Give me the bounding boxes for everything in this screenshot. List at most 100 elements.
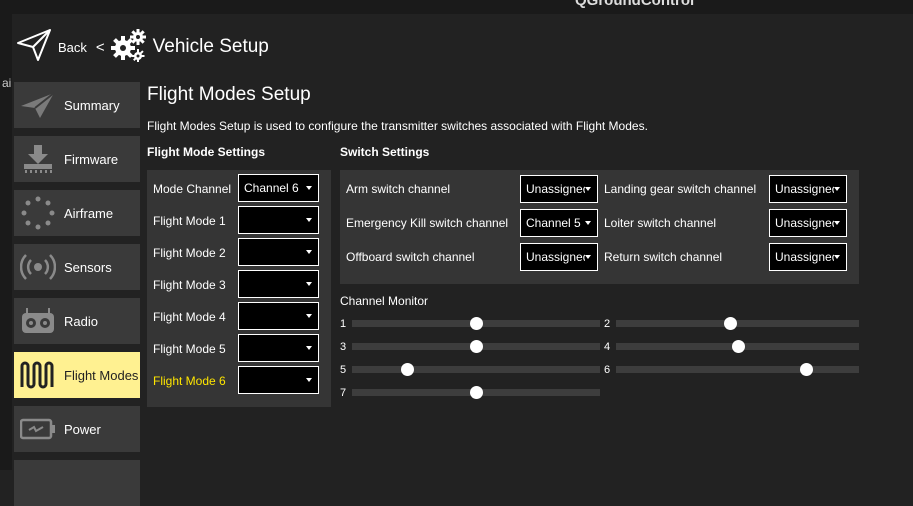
- channel-3-bar: [352, 340, 600, 353]
- sidebar-item-label: Power: [64, 421, 101, 437]
- flight-mode-2-label: Flight Mode 2: [153, 246, 226, 260]
- chevron-down-icon: [306, 346, 312, 350]
- channel-2-bar: [616, 317, 859, 330]
- combo-value: Unassigned: [526, 182, 585, 196]
- flight-mode-4-combo[interactable]: [238, 302, 319, 330]
- chevron-down-icon: [585, 255, 591, 259]
- return-switch-label: Return switch channel: [604, 250, 723, 264]
- section-title: Flight Modes Setup: [147, 84, 311, 105]
- channel-6-knob: [800, 363, 813, 376]
- channel-5-label: 5: [340, 364, 347, 376]
- flight-mode-3-combo[interactable]: [238, 270, 319, 298]
- toolbar: Back < Vehicle Setup: [12, 14, 913, 80]
- combo-value: Unassigned: [775, 216, 834, 230]
- flight-mode-1-label: Flight Mode 1: [153, 214, 226, 228]
- sidebar-item-label: Summary: [64, 97, 120, 113]
- flight-mode-6-combo[interactable]: [238, 366, 319, 394]
- chevron-down-icon: [834, 187, 840, 191]
- offboard-switch-label: Offboard switch channel: [346, 250, 475, 264]
- app-title: QGroundControl: [575, 0, 695, 9]
- channel-4-knob: [732, 340, 745, 353]
- mode-channel-combo[interactable]: Channel 6: [238, 174, 319, 202]
- sidebar-item-label: Flight Modes: [64, 367, 139, 383]
- sidebar-item-airframe[interactable]: Airframe: [14, 190, 140, 236]
- channel-2-knob: [724, 317, 737, 330]
- channel-4-label: 4: [604, 341, 611, 353]
- loiter-switch-combo[interactable]: Unassigned: [769, 209, 847, 237]
- sidebar-item-label: Airframe: [64, 205, 114, 221]
- channel-7-knob: [470, 386, 483, 399]
- paper-plane-icon: [16, 27, 52, 68]
- setup-sidebar: Summary Firmware Airframe Sensors Radio …: [12, 80, 142, 506]
- arm-switch-label: Arm switch channel: [346, 182, 451, 196]
- combo-value: Channel 6: [244, 181, 299, 195]
- airframe-icon: [18, 193, 58, 233]
- chevron-down-icon: [585, 221, 591, 225]
- paper-plane-icon: [18, 85, 58, 125]
- loiter-switch-label: Loiter switch channel: [604, 216, 717, 230]
- page-title: Vehicle Setup: [152, 36, 269, 57]
- emergency-kill-switch-combo[interactable]: Channel 5: [520, 209, 598, 237]
- sidebar-item-label: Radio: [64, 313, 98, 329]
- breadcrumb-separator: <: [95, 38, 105, 56]
- channel-5-knob: [401, 363, 414, 376]
- sidebar-item-label: Sensors: [64, 259, 112, 275]
- channel-6-label: 6: [604, 364, 611, 376]
- left-gutter: ai: [0, 14, 12, 470]
- arm-switch-combo[interactable]: Unassigned: [520, 175, 598, 203]
- chevron-down-icon: [306, 218, 312, 222]
- channel-3-label: 3: [340, 341, 347, 353]
- channel-4-bar: [616, 340, 859, 353]
- chevron-down-icon: [306, 250, 312, 254]
- combo-value: Unassigned: [775, 250, 834, 264]
- flight-mode-4-label: Flight Mode 4: [153, 310, 226, 324]
- sidebar-item-summary[interactable]: Summary: [14, 82, 140, 128]
- back-button[interactable]: Back < Vehicle Setup: [16, 24, 269, 70]
- clipped-text: ai: [2, 76, 12, 90]
- sidebar-item-firmware[interactable]: Firmware: [14, 136, 140, 182]
- flight-mode-settings-panel: Mode Channel Channel 6 Flight Mode 1 Fli…: [147, 170, 331, 407]
- channel-6-bar: [616, 363, 859, 376]
- offboard-switch-combo[interactable]: Unassigned: [520, 243, 598, 271]
- sidebar-item-power[interactable]: Power: [14, 406, 140, 452]
- switch-settings-heading: Switch Settings: [340, 145, 430, 159]
- channel-7-label: 7: [340, 387, 347, 399]
- sidebar-item-sensors[interactable]: Sensors: [14, 244, 140, 290]
- switch-settings-panel: Arm switch channel Unassigned Landing ge…: [340, 170, 859, 284]
- channel-monitor-heading: Channel Monitor: [340, 294, 429, 308]
- return-switch-combo[interactable]: Unassigned: [769, 243, 847, 271]
- landing-gear-switch-combo[interactable]: Unassigned: [769, 175, 847, 203]
- sidebar-item-flight-modes[interactable]: Flight Modes: [14, 352, 140, 398]
- channel-3-knob: [470, 340, 483, 353]
- flight-mode-1-combo[interactable]: [238, 206, 319, 234]
- flight-mode-settings-heading: Flight Mode Settings: [147, 145, 265, 159]
- flight-mode-5-label: Flight Mode 5: [153, 342, 226, 356]
- channel-1-bar: [352, 317, 600, 330]
- flight-modes-panel: Flight Modes Setup Flight Modes Setup is…: [142, 80, 913, 470]
- emergency-kill-switch-label: Emergency Kill switch channel: [346, 216, 509, 230]
- sensors-icon: [18, 247, 58, 287]
- sidebar-item-radio[interactable]: Radio: [14, 298, 140, 344]
- channel-5-bar: [352, 363, 600, 376]
- window-titlebar: QGroundControl: [0, 0, 913, 14]
- chevron-down-icon: [585, 187, 591, 191]
- flight-modes-icon: [18, 355, 58, 395]
- channel-7-bar: [352, 386, 600, 399]
- chevron-down-icon: [306, 378, 312, 382]
- back-label: Back: [58, 39, 87, 55]
- sidebar-item-next[interactable]: [14, 460, 140, 506]
- chevron-down-icon: [306, 314, 312, 318]
- flight-mode-2-combo[interactable]: [238, 238, 319, 266]
- combo-value: Unassigned: [775, 182, 834, 196]
- mode-channel-label: Mode Channel: [153, 182, 232, 196]
- titlebar-edge: [0, 0, 12, 14]
- section-description: Flight Modes Setup is used to configure …: [147, 119, 648, 133]
- chevron-down-icon: [834, 221, 840, 225]
- flight-mode-5-combo[interactable]: [238, 334, 319, 362]
- channel-2-label: 2: [604, 318, 611, 330]
- combo-value: Channel 5: [526, 216, 581, 230]
- chevron-down-icon: [306, 282, 312, 286]
- channel-1-label: 1: [340, 318, 347, 330]
- flight-mode-6-label: Flight Mode 6: [153, 374, 226, 388]
- chevron-down-icon: [834, 255, 840, 259]
